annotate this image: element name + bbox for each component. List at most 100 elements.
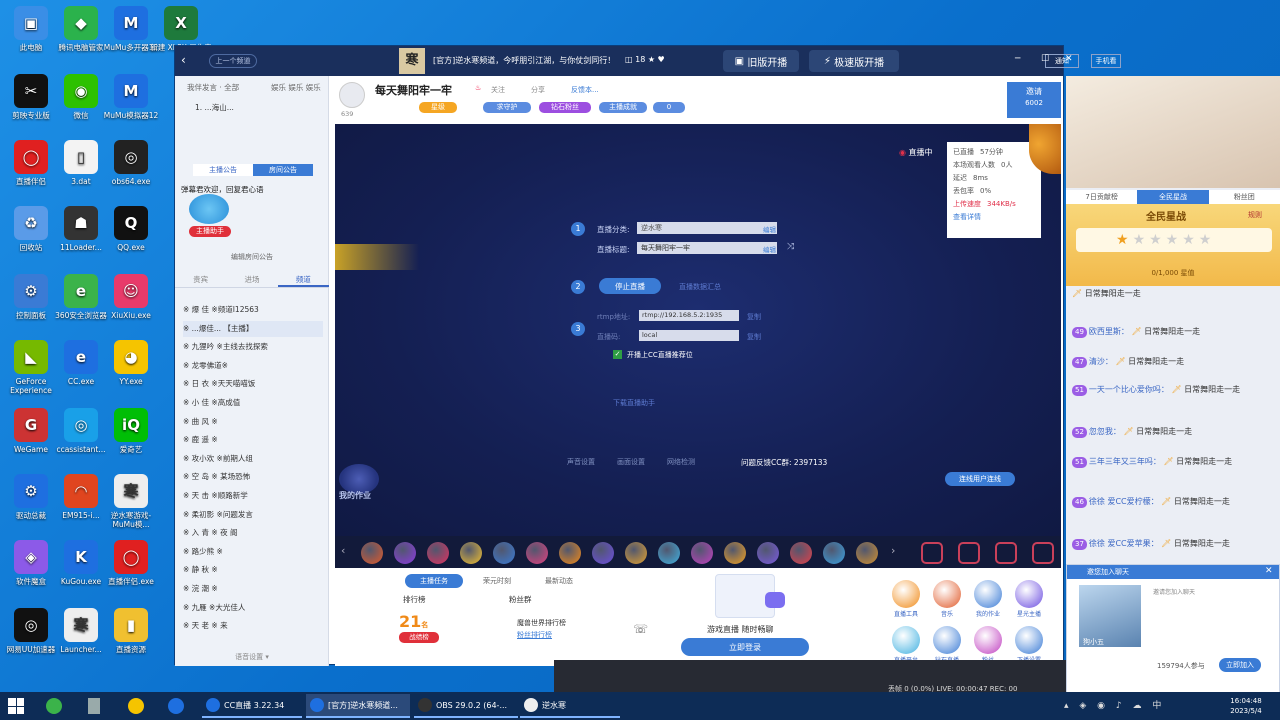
- voice-settings[interactable]: 语音设置 ▾: [175, 652, 329, 662]
- tool-item[interactable]: 音乐: [928, 580, 966, 618]
- gift-icon[interactable]: [790, 542, 812, 564]
- left-top-tab-2[interactable]: 娱乐 娱乐 娱乐: [271, 82, 321, 93]
- taskbar-app[interactable]: OBS 29.0.2 (64-...: [414, 694, 518, 718]
- gift-icon[interactable]: [625, 542, 647, 564]
- list-item[interactable]: ※ 曲 风 ※: [183, 414, 323, 430]
- rank-badge[interactable]: 战绩榜: [399, 632, 439, 643]
- rtmp-field[interactable]: rtmp://192.168.5.2:1935: [639, 310, 739, 321]
- title-edit[interactable]: 编辑: [763, 244, 776, 254]
- taskbar-app[interactable]: [官方]逆水寒频道...: [306, 694, 410, 718]
- stage-tool[interactable]: 网络检测: [667, 458, 695, 466]
- list-item[interactable]: ※ 龙零佛道※: [183, 358, 323, 374]
- chat-username[interactable]: 徐徐 爱CC爱柠檬：: [1089, 497, 1159, 506]
- gift-icon[interactable]: [724, 542, 746, 564]
- list-item[interactable]: ※ 爆 佳 ※频道I12563: [183, 302, 323, 318]
- tab-anchor-notice[interactable]: 主播公告: [193, 164, 253, 176]
- lucky-icon[interactable]: [958, 542, 980, 564]
- tab-news[interactable]: 最新动态: [545, 576, 573, 586]
- tab-enter[interactable]: 进场: [226, 272, 277, 287]
- gift-icon[interactable]: [394, 542, 416, 564]
- chat-username[interactable]: 三年三年又三年吗：: [1089, 457, 1161, 466]
- gift-icon[interactable]: [526, 542, 548, 564]
- minimize-icon[interactable]: ─: [1015, 54, 1020, 64]
- more-icon[interactable]: [1032, 542, 1054, 564]
- list-item[interactable]: ※ 天 击 ※顺路新学: [183, 488, 323, 504]
- achievement-tag[interactable]: 主播成就: [599, 102, 647, 113]
- fast-version-live-button[interactable]: ⚡ 极速版开播: [809, 50, 899, 72]
- chat-message[interactable]: 52 忽忽我： 🗡 日常舞阳走一走: [1072, 426, 1274, 438]
- kugou-icon[interactable]: [168, 698, 184, 714]
- tool-item[interactable]: 星光主播: [1010, 580, 1048, 618]
- tab-glory[interactable]: 荣元时刻: [483, 576, 511, 586]
- clock[interactable]: 16:04:48 2023/5/4: [1224, 696, 1268, 716]
- fans-rank-link[interactable]: 粉丝排行榜: [517, 630, 552, 640]
- yy-icon[interactable]: [128, 698, 144, 714]
- cup-icon[interactable]: [995, 542, 1017, 564]
- desktop-icon[interactable]: ☺ XiuXiu.exe: [100, 274, 162, 320]
- gift-next-icon[interactable]: ›: [891, 544, 895, 557]
- close-icon[interactable]: ✕: [1265, 566, 1273, 576]
- prev-channel-button[interactable]: 上一个频道: [209, 54, 257, 68]
- chat-username[interactable]: 清沙：: [1089, 357, 1113, 366]
- gift-icon[interactable]: [427, 542, 449, 564]
- edit-notice-link[interactable]: 编辑房间公告: [175, 252, 329, 264]
- follow-link[interactable]: 关注: [491, 85, 505, 95]
- invite-button[interactable]: 邀请 6002: [1007, 82, 1061, 118]
- close-window-icon[interactable]: ✕: [1065, 54, 1073, 64]
- list-item[interactable]: ※ 九狸吟 ※主线去找探索: [183, 339, 323, 355]
- desktop-icon[interactable]: Q QQ.exe: [100, 206, 162, 252]
- tab-anchor-tasks[interactable]: 主播任务: [405, 574, 463, 588]
- list-item[interactable]: ※ 九雁 ※大光佳人: [183, 600, 323, 616]
- tool-item[interactable]: 下播设置: [1010, 626, 1048, 664]
- tab-fan-club[interactable]: 粉丝团: [1208, 190, 1280, 204]
- tool-item[interactable]: 粉丝: [969, 626, 1007, 664]
- stage-tool[interactable]: 声音设置: [567, 458, 595, 466]
- chat-username[interactable]: 徐徐 爱CC爱苹果：: [1089, 539, 1159, 548]
- gift-icon[interactable]: [460, 542, 482, 564]
- start-icon[interactable]: [8, 698, 24, 714]
- tool-item[interactable]: 我的作业: [969, 580, 1007, 618]
- tab-7day[interactable]: 7日贡献榜: [1066, 190, 1138, 204]
- copy-rtmp[interactable]: 复制: [747, 312, 761, 322]
- chat-username[interactable]: 忽忽我：: [1089, 427, 1121, 436]
- maximize-icon[interactable]: ☐: [1041, 54, 1049, 64]
- chat-bubble-icon[interactable]: ☏: [633, 622, 648, 636]
- desktop-icon[interactable]: ◯ 直播伴侣.exe: [100, 540, 162, 586]
- star-tag[interactable]: 星级: [419, 102, 457, 113]
- join-now-button[interactable]: 立即加入: [1219, 658, 1261, 672]
- event-banner[interactable]: [1066, 76, 1280, 188]
- desktop-icon[interactable]: ◎ obs64.exe: [100, 140, 162, 186]
- desktop-icon[interactable]: iQ 爱奇艺: [100, 408, 162, 454]
- gift-icon[interactable]: [559, 542, 581, 564]
- calculator-icon[interactable]: [88, 698, 100, 714]
- code-field[interactable]: local: [639, 330, 739, 341]
- tool-item[interactable]: 钻石直播: [928, 626, 966, 664]
- helper-badge[interactable]: 主播助手: [189, 226, 231, 237]
- diamond-fans-tag[interactable]: 钻石粉丝: [539, 102, 591, 113]
- category-field[interactable]: 逆水寒: [637, 222, 777, 234]
- gift-icon[interactable]: [757, 542, 779, 564]
- list-item[interactable]: ※ 静 秋 ※: [183, 562, 323, 578]
- category-edit[interactable]: 编辑: [763, 224, 776, 234]
- left-top-tab[interactable]: 我伴发言 · 全部: [187, 82, 239, 93]
- login-button[interactable]: 立即登录: [681, 638, 809, 656]
- phone-watch-button[interactable]: 手机看: [1091, 54, 1121, 68]
- tool-item[interactable]: 直播工具: [887, 580, 925, 618]
- copy-code[interactable]: 复制: [747, 332, 761, 342]
- package-icon[interactable]: [921, 542, 943, 564]
- chat-message[interactable]: 51 一天一个比心爱你吗： 🗡 日常舞阳走一走: [1072, 384, 1274, 396]
- gift-prev-icon[interactable]: ‹: [341, 544, 345, 557]
- taskbar-app[interactable]: CC直播 3.22.34: [202, 694, 302, 718]
- tab-room-notice[interactable]: 房间公告: [253, 164, 313, 176]
- stop-live-button[interactable]: 停止直播: [599, 278, 661, 294]
- avatar[interactable]: [339, 82, 365, 108]
- list-item[interactable]: ※ 柔初影 ※问题发言: [183, 507, 323, 523]
- browser-360-icon[interactable]: [46, 698, 62, 714]
- gift-icon[interactable]: [361, 542, 383, 564]
- guard-tag[interactable]: 求守护: [483, 102, 531, 113]
- connect-users-button[interactable]: 连线用户连线: [945, 472, 1015, 486]
- list-item[interactable]: ※ 入 青 ※ 夜 阁: [183, 525, 323, 541]
- tray-icons[interactable]: ▴ ◈ ◉ ♪ ☁ 中: [1064, 698, 1214, 714]
- gift-icon[interactable]: [658, 542, 680, 564]
- gift-icon[interactable]: [592, 542, 614, 564]
